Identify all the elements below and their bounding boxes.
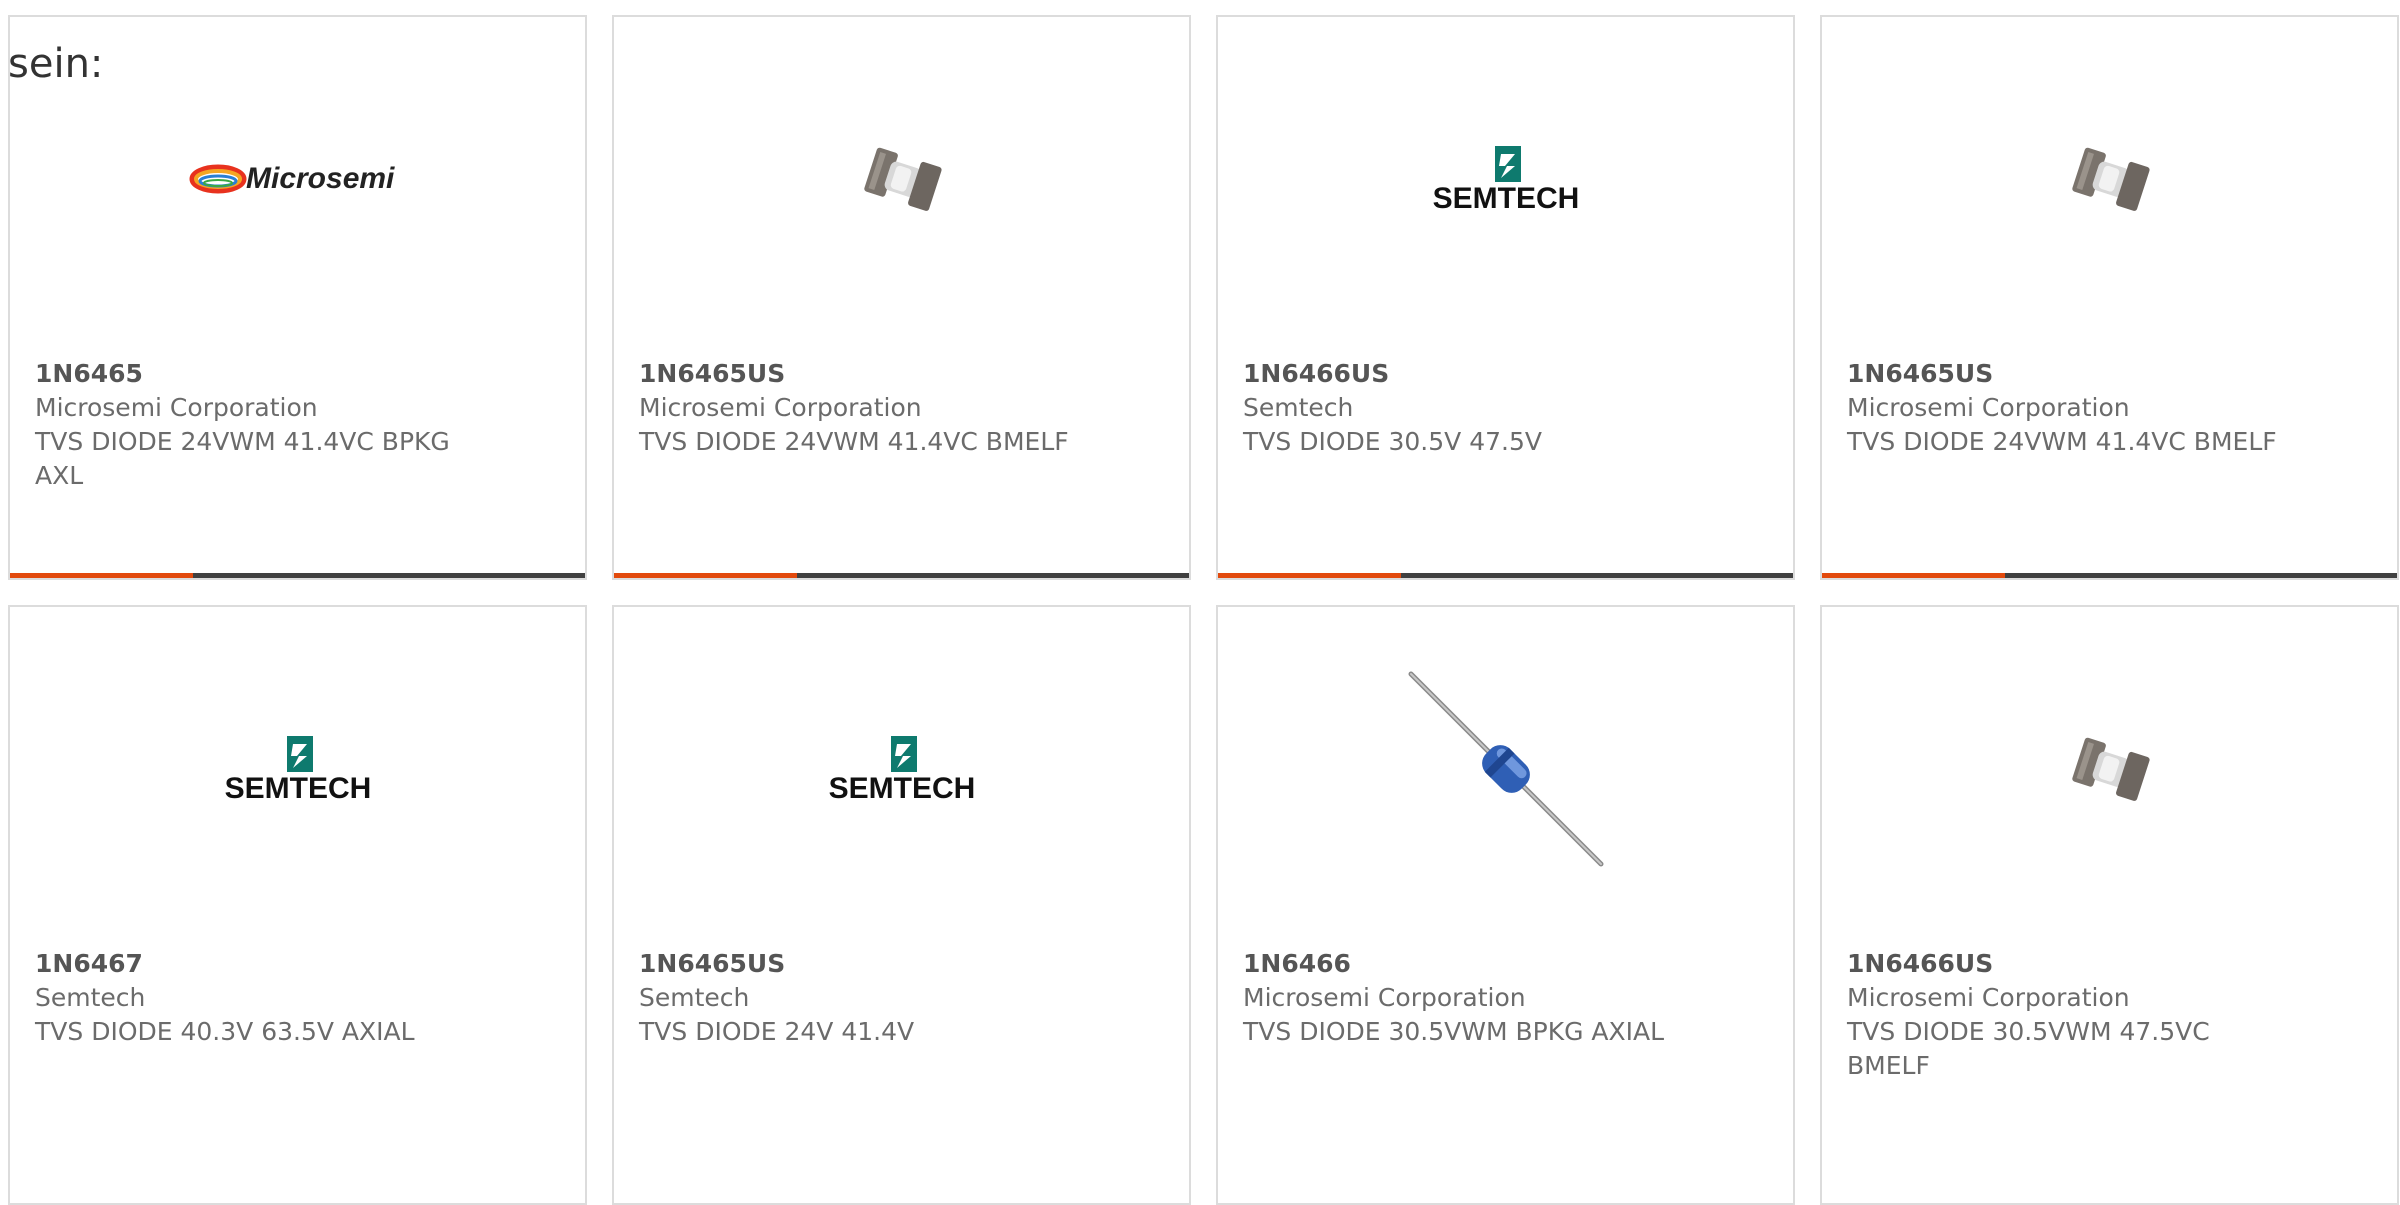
manufacturer: Microsemi Corporation [1847,983,2130,1012]
part-number[interactable]: 1N6465 [35,357,465,391]
product-image[interactable]: SEMTECH [10,669,585,869]
product-info: 1N6465US Microsemi Corporation TVS DIODE… [1847,357,2277,459]
product-card[interactable]: 1N6465US Microsemi Corporation TVS DIODE… [612,15,1191,580]
description: TVS DIODE 30.5VWM 47.5VC BMELF [1847,1017,2210,1080]
product-image[interactable] [1218,669,1793,869]
part-number[interactable]: 1N6467 [35,947,465,981]
product-info: 1N6466US Semtech TVS DIODE 30.5V 47.5V [1243,357,1673,459]
semtech-logo-text: SEMTECH [1432,182,1579,214]
manufacturer: Semtech [35,983,146,1012]
product-info: 1N6467 Semtech TVS DIODE 40.3V 63.5V AXI… [35,947,465,1049]
axial-diode-photo [1408,671,1603,867]
manufacturer: Semtech [639,983,750,1012]
manufacturer: Microsemi Corporation [35,393,318,422]
description: TVS DIODE 24VWM 41.4VC BPKG AXL [35,427,450,490]
description: TVS DIODE 24VWM 41.4VC BMELF [639,427,1069,456]
product-card[interactable]: 1N6466 Microsemi Corporation TVS DIODE 3… [1216,605,1795,1205]
description: TVS DIODE 30.5VWM BPKG AXIAL [1243,1017,1665,1046]
progress-bar [1822,573,2397,578]
product-image[interactable]: SEMTECH [614,669,1189,869]
product-image[interactable] [614,79,1189,279]
product-info: 1N6465US Semtech TVS DIODE 24V 41.4V [639,947,1069,1049]
product-image[interactable] [1822,79,2397,279]
part-number[interactable]: 1N6466US [1847,947,2277,981]
progress-fill [614,573,798,578]
product-image[interactable]: Microsemi [10,79,585,279]
part-number[interactable]: 1N6466US [1243,357,1673,391]
product-info: 1N6466 Microsemi Corporation TVS DIODE 3… [1243,947,1673,1049]
semtech-logo: SEMTECH [1432,146,1579,214]
product-card[interactable]: 1N6465US Microsemi Corporation TVS DIODE… [1820,15,2399,580]
product-grid: Microsemi 1N6465 Microsemi Corporation T… [8,15,2400,1205]
progress-fill [10,573,194,578]
description: TVS DIODE 40.3V 63.5V AXIAL [35,1017,415,1046]
product-info: 1N6465 Microsemi Corporation TVS DIODE 2… [35,357,465,493]
description: TVS DIODE 24V 41.4V [639,1017,915,1046]
melf-diode-photo [2071,147,2150,211]
description: TVS DIODE 30.5V 47.5V [1243,427,1542,456]
melf-diode-photo [2071,737,2150,801]
part-number[interactable]: 1N6466 [1243,947,1673,981]
part-number[interactable]: 1N6465US [1847,357,2277,391]
microsemi-logo: Microsemi [189,162,395,195]
product-info: 1N6466US Microsemi Corporation TVS DIODE… [1847,947,2277,1083]
melf-diode-photo [863,147,942,211]
manufacturer: Microsemi Corporation [1243,983,1526,1012]
semtech-logo-text: SEMTECH [828,772,975,804]
description: TVS DIODE 24VWM 41.4VC BMELF [1847,427,2277,456]
semtech-logo: SEMTECH [224,736,371,804]
product-card[interactable]: SEMTECH 1N6466US Semtech TVS DIODE 30.5V… [1216,15,1795,580]
progress-fill [1218,573,1402,578]
product-info: 1N6465US Microsemi Corporation TVS DIODE… [639,357,1069,459]
product-image[interactable]: SEMTECH [1218,79,1793,279]
product-card[interactable]: SEMTECH 1N6465US Semtech TVS DIODE 24V 4… [612,605,1191,1205]
microsemi-logo-text: Microsemi [246,162,395,195]
manufacturer: Semtech [1243,393,1354,422]
progress-fill [1822,573,2006,578]
intro-text: sein: [8,41,104,87]
manufacturer: Microsemi Corporation [1847,393,2130,422]
product-card[interactable]: 1N6466US Microsemi Corporation TVS DIODE… [1820,605,2399,1205]
manufacturer: Microsemi Corporation [639,393,922,422]
product-card[interactable]: Microsemi 1N6465 Microsemi Corporation T… [8,15,587,580]
semtech-logo-text: SEMTECH [224,772,371,804]
part-number[interactable]: 1N6465US [639,357,1069,391]
semtech-logo: SEMTECH [828,736,975,804]
product-image[interactable] [1822,669,2397,869]
progress-bar [1218,573,1793,578]
progress-bar [10,573,585,578]
part-number[interactable]: 1N6465US [639,947,1069,981]
product-card[interactable]: SEMTECH 1N6467 Semtech TVS DIODE 40.3V 6… [8,605,587,1205]
progress-bar [614,573,1189,578]
